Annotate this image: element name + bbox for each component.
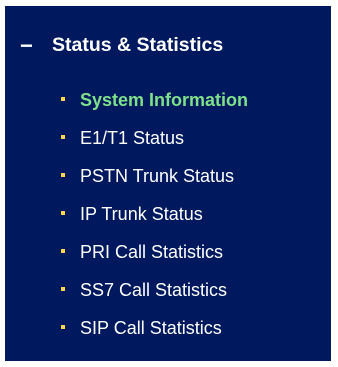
menu-item-pri-call-statistics[interactable]: PRI Call Statistics bbox=[61, 233, 248, 271]
status-statistics-menu-panel: − Status & Statistics System Information… bbox=[5, 6, 331, 361]
minus-collapse-icon[interactable]: − bbox=[20, 34, 35, 56]
menu-item-label: E1/T1 Status bbox=[80, 127, 185, 148]
bullet-icon bbox=[61, 173, 65, 177]
menu-item-label: System Information bbox=[80, 89, 249, 110]
menu-item-label: PRI Call Statistics bbox=[80, 241, 224, 262]
submenu-list: System Information E1/T1 Status PSTN Tru… bbox=[61, 81, 248, 347]
bullet-icon bbox=[61, 97, 65, 101]
menu-item-label: SS7 Call Statistics bbox=[80, 279, 228, 300]
menu-item-ss7-call-statistics[interactable]: SS7 Call Statistics bbox=[61, 271, 248, 309]
menu-item-label: PSTN Trunk Status bbox=[80, 165, 235, 186]
menu-item-label: SIP Call Statistics bbox=[80, 317, 222, 338]
bullet-icon bbox=[61, 287, 65, 291]
section-header-status-statistics[interactable]: − Status & Statistics bbox=[20, 34, 223, 57]
menu-item-system-information[interactable]: System Information bbox=[61, 81, 248, 119]
section-title: Status & Statistics bbox=[52, 34, 224, 56]
menu-item-pstn-trunk-status[interactable]: PSTN Trunk Status bbox=[61, 157, 248, 195]
menu-item-sip-call-statistics[interactable]: SIP Call Statistics bbox=[61, 309, 248, 347]
menu-item-ip-trunk-status[interactable]: IP Trunk Status bbox=[61, 195, 248, 233]
bullet-icon bbox=[61, 325, 65, 329]
bullet-icon bbox=[61, 211, 65, 215]
menu-item-e1t1-status[interactable]: E1/T1 Status bbox=[61, 119, 248, 157]
bullet-icon bbox=[61, 249, 65, 253]
bullet-icon bbox=[61, 135, 65, 139]
menu-item-label: IP Trunk Status bbox=[80, 203, 203, 224]
